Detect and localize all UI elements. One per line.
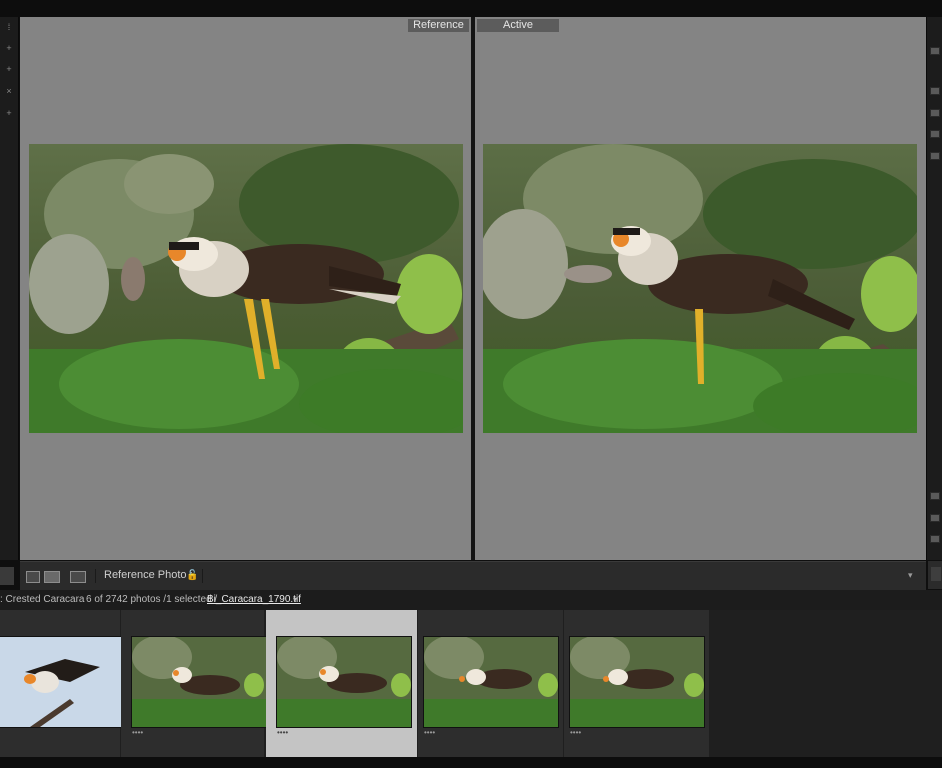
- photo-count: 6 of 2742 photos /1 selected /: [86, 594, 218, 605]
- rating-dots: ••••: [570, 728, 582, 737]
- panel-collapse-icon[interactable]: ⁞: [3, 21, 15, 33]
- right-panel-toggle[interactable]: [928, 561, 942, 589]
- add-icon[interactable]: +: [3, 63, 15, 75]
- filmstrip-cell[interactable]: [0, 610, 123, 757]
- panel-toggle-icon[interactable]: [930, 492, 940, 500]
- lock-icon[interactable]: 🔓: [186, 570, 198, 582]
- compare-view-icon[interactable]: [44, 571, 60, 583]
- grid-view-icon[interactable]: [26, 571, 40, 583]
- filmstrip-cell[interactable]: ••••: [564, 610, 710, 757]
- close-icon[interactable]: ×: [3, 85, 15, 97]
- panel-toggle-icon[interactable]: [930, 514, 940, 522]
- panel-toggle-icon[interactable]: [930, 87, 940, 95]
- current-filename[interactable]: Bi_Caracara_1790.tif: [207, 594, 301, 605]
- add-icon[interactable]: +: [3, 42, 15, 54]
- rating-dots: ••••: [424, 728, 436, 737]
- panel-toggle-icon[interactable]: [930, 152, 940, 160]
- filmstrip-cell-selected[interactable]: ••••: [266, 610, 418, 757]
- reference-photo-label: Reference Photo :: [104, 569, 193, 581]
- rating-dots: ••••: [132, 728, 144, 737]
- thumb-caracara-4[interactable]: [569, 636, 705, 728]
- thumb-caracara-3[interactable]: [423, 636, 559, 728]
- reference-label: Reference: [408, 19, 469, 32]
- panel-toggle-icon[interactable]: [930, 109, 940, 117]
- active-label: Active: [477, 19, 559, 32]
- reference-photo[interactable]: [29, 144, 463, 433]
- thumb-caracara-2[interactable]: [276, 636, 412, 728]
- left-panel-strip: ⁞ + + × +: [0, 17, 19, 560]
- thumb-caracara-1[interactable]: [131, 636, 267, 728]
- toolbar-separator: [95, 569, 96, 583]
- thumb-flying-bird[interactable]: [0, 636, 123, 728]
- survey-view-icon[interactable]: [70, 571, 86, 583]
- panel-toggle-icon[interactable]: [930, 130, 940, 138]
- rating-dots: ••••: [277, 728, 289, 737]
- toolbar-separator: [202, 569, 203, 583]
- panel-toggle-icon[interactable]: [930, 535, 940, 543]
- toolbar-menu-chevron-icon[interactable]: ▾: [908, 570, 913, 581]
- filmstrip: •••• •••• •••• ••••: [0, 610, 942, 757]
- bottom-frame: [0, 757, 942, 768]
- compare-toolbar: Reference Photo : 🔓 ▾: [20, 561, 926, 590]
- panel-toggle-icon[interactable]: [930, 47, 940, 55]
- filmstrip-info-bar: : Crested Caracara 6 of 2742 photos /1 s…: [0, 590, 942, 610]
- add-icon[interactable]: +: [3, 107, 15, 119]
- filename-chevron-icon[interactable]: ▾: [293, 595, 297, 604]
- top-frame: [0, 0, 942, 17]
- active-photo[interactable]: [483, 144, 917, 433]
- filmstrip-cell[interactable]: ••••: [121, 610, 267, 757]
- left-panel-toggle[interactable]: [0, 567, 14, 585]
- right-panel-strip: [926, 17, 942, 560]
- filmstrip-cell[interactable]: ••••: [418, 610, 564, 757]
- collection-name[interactable]: : Crested Caracara: [0, 594, 84, 605]
